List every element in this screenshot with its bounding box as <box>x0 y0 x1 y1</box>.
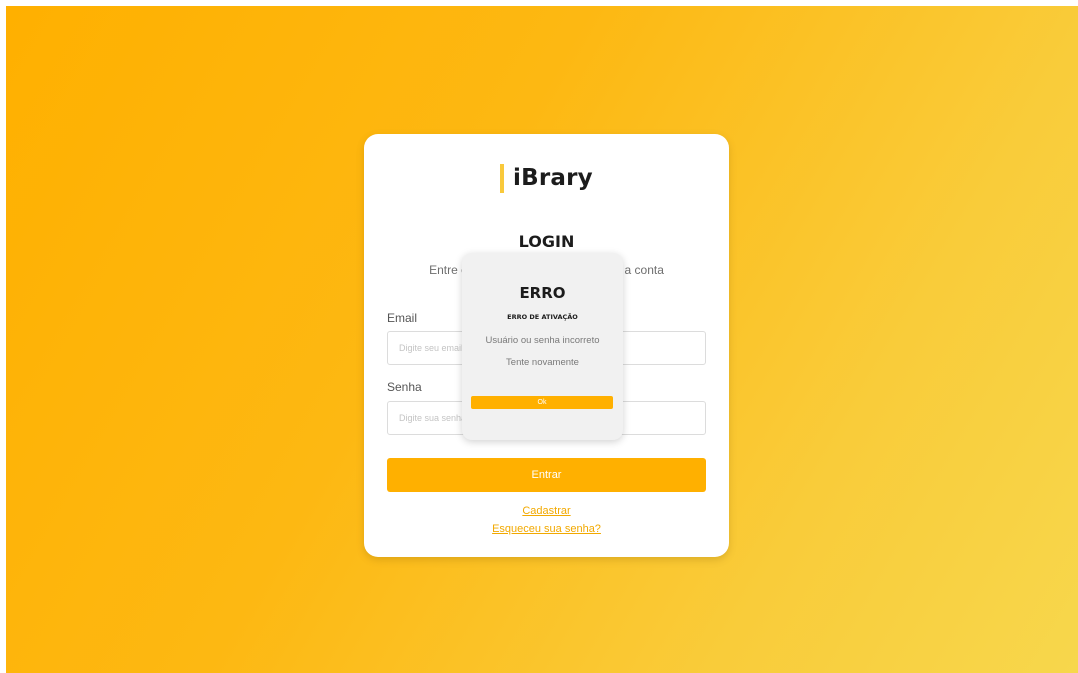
register-link[interactable]: Cadastrar <box>364 505 729 517</box>
error-modal-heading: ERRO DE ATIVAÇÃO <box>507 313 578 321</box>
login-button[interactable]: Entrar <box>387 458 706 492</box>
password-label: Senha <box>387 380 422 394</box>
error-modal-title: ERRO <box>519 284 566 302</box>
login-title: LOGIN <box>518 232 575 251</box>
error-modal-hint: Tente novamente <box>506 357 579 368</box>
error-modal-message: Usuário ou senha incorreto <box>485 335 600 346</box>
brand-logo: iBrary <box>500 163 593 193</box>
error-modal: ERRO ERRO DE ATIVAÇÃO Usuário ou senha i… <box>462 253 623 440</box>
error-ok-button[interactable]: Ok <box>471 396 613 409</box>
forgot-password-link[interactable]: Esqueceu sua senha? <box>364 523 729 535</box>
logo-accent-bar <box>500 163 504 193</box>
email-label: Email <box>387 311 418 325</box>
brand-name: iBrary <box>513 165 593 191</box>
